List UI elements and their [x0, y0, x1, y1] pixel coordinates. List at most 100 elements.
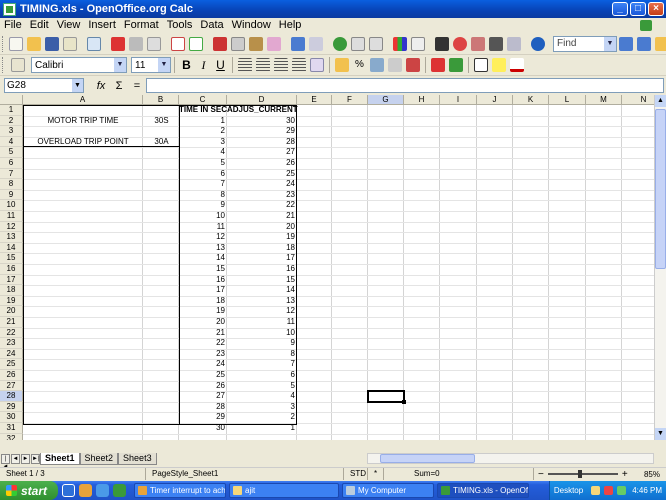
find-replace-icon[interactable]	[435, 36, 449, 51]
maximize-button[interactable]: □	[630, 2, 646, 16]
menu-insert[interactable]: Insert	[84, 19, 120, 31]
redo-icon[interactable]	[309, 36, 323, 51]
spellcheck-icon[interactable]	[171, 36, 185, 51]
adjus-current-cell[interactable]: 8	[227, 349, 297, 359]
row-header-18[interactable]: 18	[0, 285, 23, 296]
horizontal-scrollbar[interactable]	[366, 453, 654, 464]
minimize-button[interactable]: _	[612, 2, 628, 16]
hyperlink-icon[interactable]	[333, 36, 347, 51]
row-header-9[interactable]: 9	[0, 189, 23, 201]
last-sheet-icon[interactable]: ►|	[31, 453, 40, 464]
motor-trip-label[interactable]: MOTOR TRIP TIME	[23, 116, 143, 126]
menu-format[interactable]: Format	[120, 19, 163, 31]
adjus-current-cell[interactable]: 27	[227, 147, 297, 157]
quicklaunch-ie-icon[interactable]	[62, 484, 75, 497]
justify-icon[interactable]	[292, 58, 306, 72]
adjus-current-cell[interactable]: 2	[227, 412, 297, 422]
chart-icon[interactable]	[393, 36, 407, 51]
time-in-sec-cell[interactable]: 29	[179, 412, 227, 422]
row-header-13[interactable]: 13	[0, 232, 23, 243]
time-in-sec-cell[interactable]: 25	[179, 370, 227, 380]
cut-icon[interactable]	[213, 36, 227, 51]
background-color-icon[interactable]	[492, 58, 506, 72]
row-header-17[interactable]: 17	[0, 274, 23, 286]
selection-mode[interactable]: STD	[344, 468, 368, 480]
scroll-up-icon[interactable]: ▲	[655, 95, 666, 107]
time-in-sec-cell[interactable]: 2	[179, 126, 227, 136]
adjus-current-cell[interactable]: 16	[227, 264, 297, 274]
zoom-in-icon[interactable]: +	[622, 469, 628, 480]
quicklaunch-firefox-icon[interactable]	[79, 484, 92, 497]
time-in-sec-cell[interactable]: 10	[179, 211, 227, 221]
time-in-sec-cell[interactable]: 3	[179, 137, 227, 147]
adjus-current-cell[interactable]: 15	[227, 275, 297, 285]
time-in-sec-cell[interactable]: 27	[179, 391, 227, 401]
edit-file-icon[interactable]	[87, 36, 101, 51]
help-icon[interactable]	[531, 36, 545, 51]
time-in-sec-cell[interactable]: 5	[179, 158, 227, 168]
overload-trip-label[interactable]: OVERLOAD TRIP POINT	[23, 137, 143, 147]
overload-trip-value[interactable]: 30A	[143, 137, 180, 147]
column-header-d[interactable]: D	[227, 95, 297, 105]
italic-button[interactable]: I	[196, 57, 211, 73]
adjus-current-cell[interactable]: 21	[227, 211, 297, 221]
time-in-sec-cell[interactable]: 13	[179, 243, 227, 253]
name-box[interactable]: G28 ▼	[4, 78, 84, 93]
column-header-j[interactable]: J	[477, 95, 513, 105]
time-in-sec-cell[interactable]: 16	[179, 275, 227, 285]
adjus-current-cell[interactable]: 18	[227, 243, 297, 253]
font-size-dropdown-icon[interactable]: ▼	[158, 58, 170, 72]
time-in-sec-cell[interactable]: 8	[179, 190, 227, 200]
time-in-sec-cell[interactable]: 20	[179, 317, 227, 327]
data-sources-icon[interactable]	[489, 36, 503, 51]
toolbar-handle[interactable]	[2, 35, 3, 52]
row-header-26[interactable]: 26	[0, 370, 23, 381]
adjus-current-cell[interactable]: 17	[227, 253, 297, 263]
adjus-current-cell[interactable]: 14	[227, 285, 297, 295]
function-wizard-button[interactable]: fx	[92, 80, 110, 92]
time-in-sec-cell[interactable]: 12	[179, 232, 227, 242]
menu-tools[interactable]: Tools	[163, 19, 197, 31]
underline-button[interactable]: U	[213, 57, 228, 73]
align-left-icon[interactable]	[238, 58, 252, 72]
tab-sheet2[interactable]: Sheet2	[79, 452, 119, 465]
column-header-a[interactable]: A	[23, 95, 143, 105]
menu-file[interactable]: File	[0, 19, 26, 31]
sum-display[interactable]: Sum=0	[384, 468, 534, 480]
time-in-sec-cell[interactable]: 30	[179, 423, 227, 433]
email-icon[interactable]	[63, 36, 77, 51]
column-header-i[interactable]: I	[440, 95, 477, 105]
adjus-current-cell[interactable]: 7	[227, 359, 297, 369]
sum-button[interactable]: Σ	[110, 80, 128, 92]
autospellcheck-icon[interactable]	[189, 36, 203, 51]
gallery-icon[interactable]	[471, 36, 485, 51]
tray-volume-icon[interactable]	[617, 486, 627, 495]
row-header-6[interactable]: 6	[0, 158, 23, 169]
font-name-select[interactable]: Calibri ▼	[31, 57, 127, 73]
column-header-e[interactable]: E	[297, 95, 332, 105]
row-header-1[interactable]: 1	[0, 105, 23, 116]
format-paintbrush-icon[interactable]	[267, 36, 281, 51]
tab-sheet1[interactable]: Sheet1	[40, 452, 80, 465]
column-header-b[interactable]: B	[143, 95, 179, 105]
row-header-22[interactable]: 22	[0, 327, 23, 339]
find-options-icon[interactable]	[655, 36, 666, 51]
standard-format-icon[interactable]	[370, 58, 384, 72]
vertical-scrollbar[interactable]: ▲ ▼	[654, 95, 666, 440]
row-header-21[interactable]: 21	[0, 317, 23, 328]
menu-edit[interactable]: Edit	[26, 19, 53, 31]
find-dropdown-icon[interactable]: ▼	[604, 36, 616, 51]
font-size-select[interactable]: 11 ▼	[131, 57, 171, 73]
previous-sheet-icon[interactable]: ◄	[11, 453, 20, 464]
row-header-24[interactable]: 24	[0, 348, 23, 360]
scroll-down-icon[interactable]: ▼	[655, 428, 666, 440]
adjus-current-cell[interactable]: 10	[227, 328, 297, 338]
formula-input[interactable]	[146, 78, 664, 93]
find-next-icon[interactable]	[619, 36, 633, 51]
row-header-25[interactable]: 25	[0, 359, 23, 370]
row-header-11[interactable]: 11	[0, 211, 23, 222]
row-header-15[interactable]: 15	[0, 253, 23, 264]
start-button[interactable]: start	[0, 481, 58, 500]
adjus-current-cell[interactable]: 22	[227, 200, 297, 210]
pivot-table-icon[interactable]	[411, 36, 425, 51]
